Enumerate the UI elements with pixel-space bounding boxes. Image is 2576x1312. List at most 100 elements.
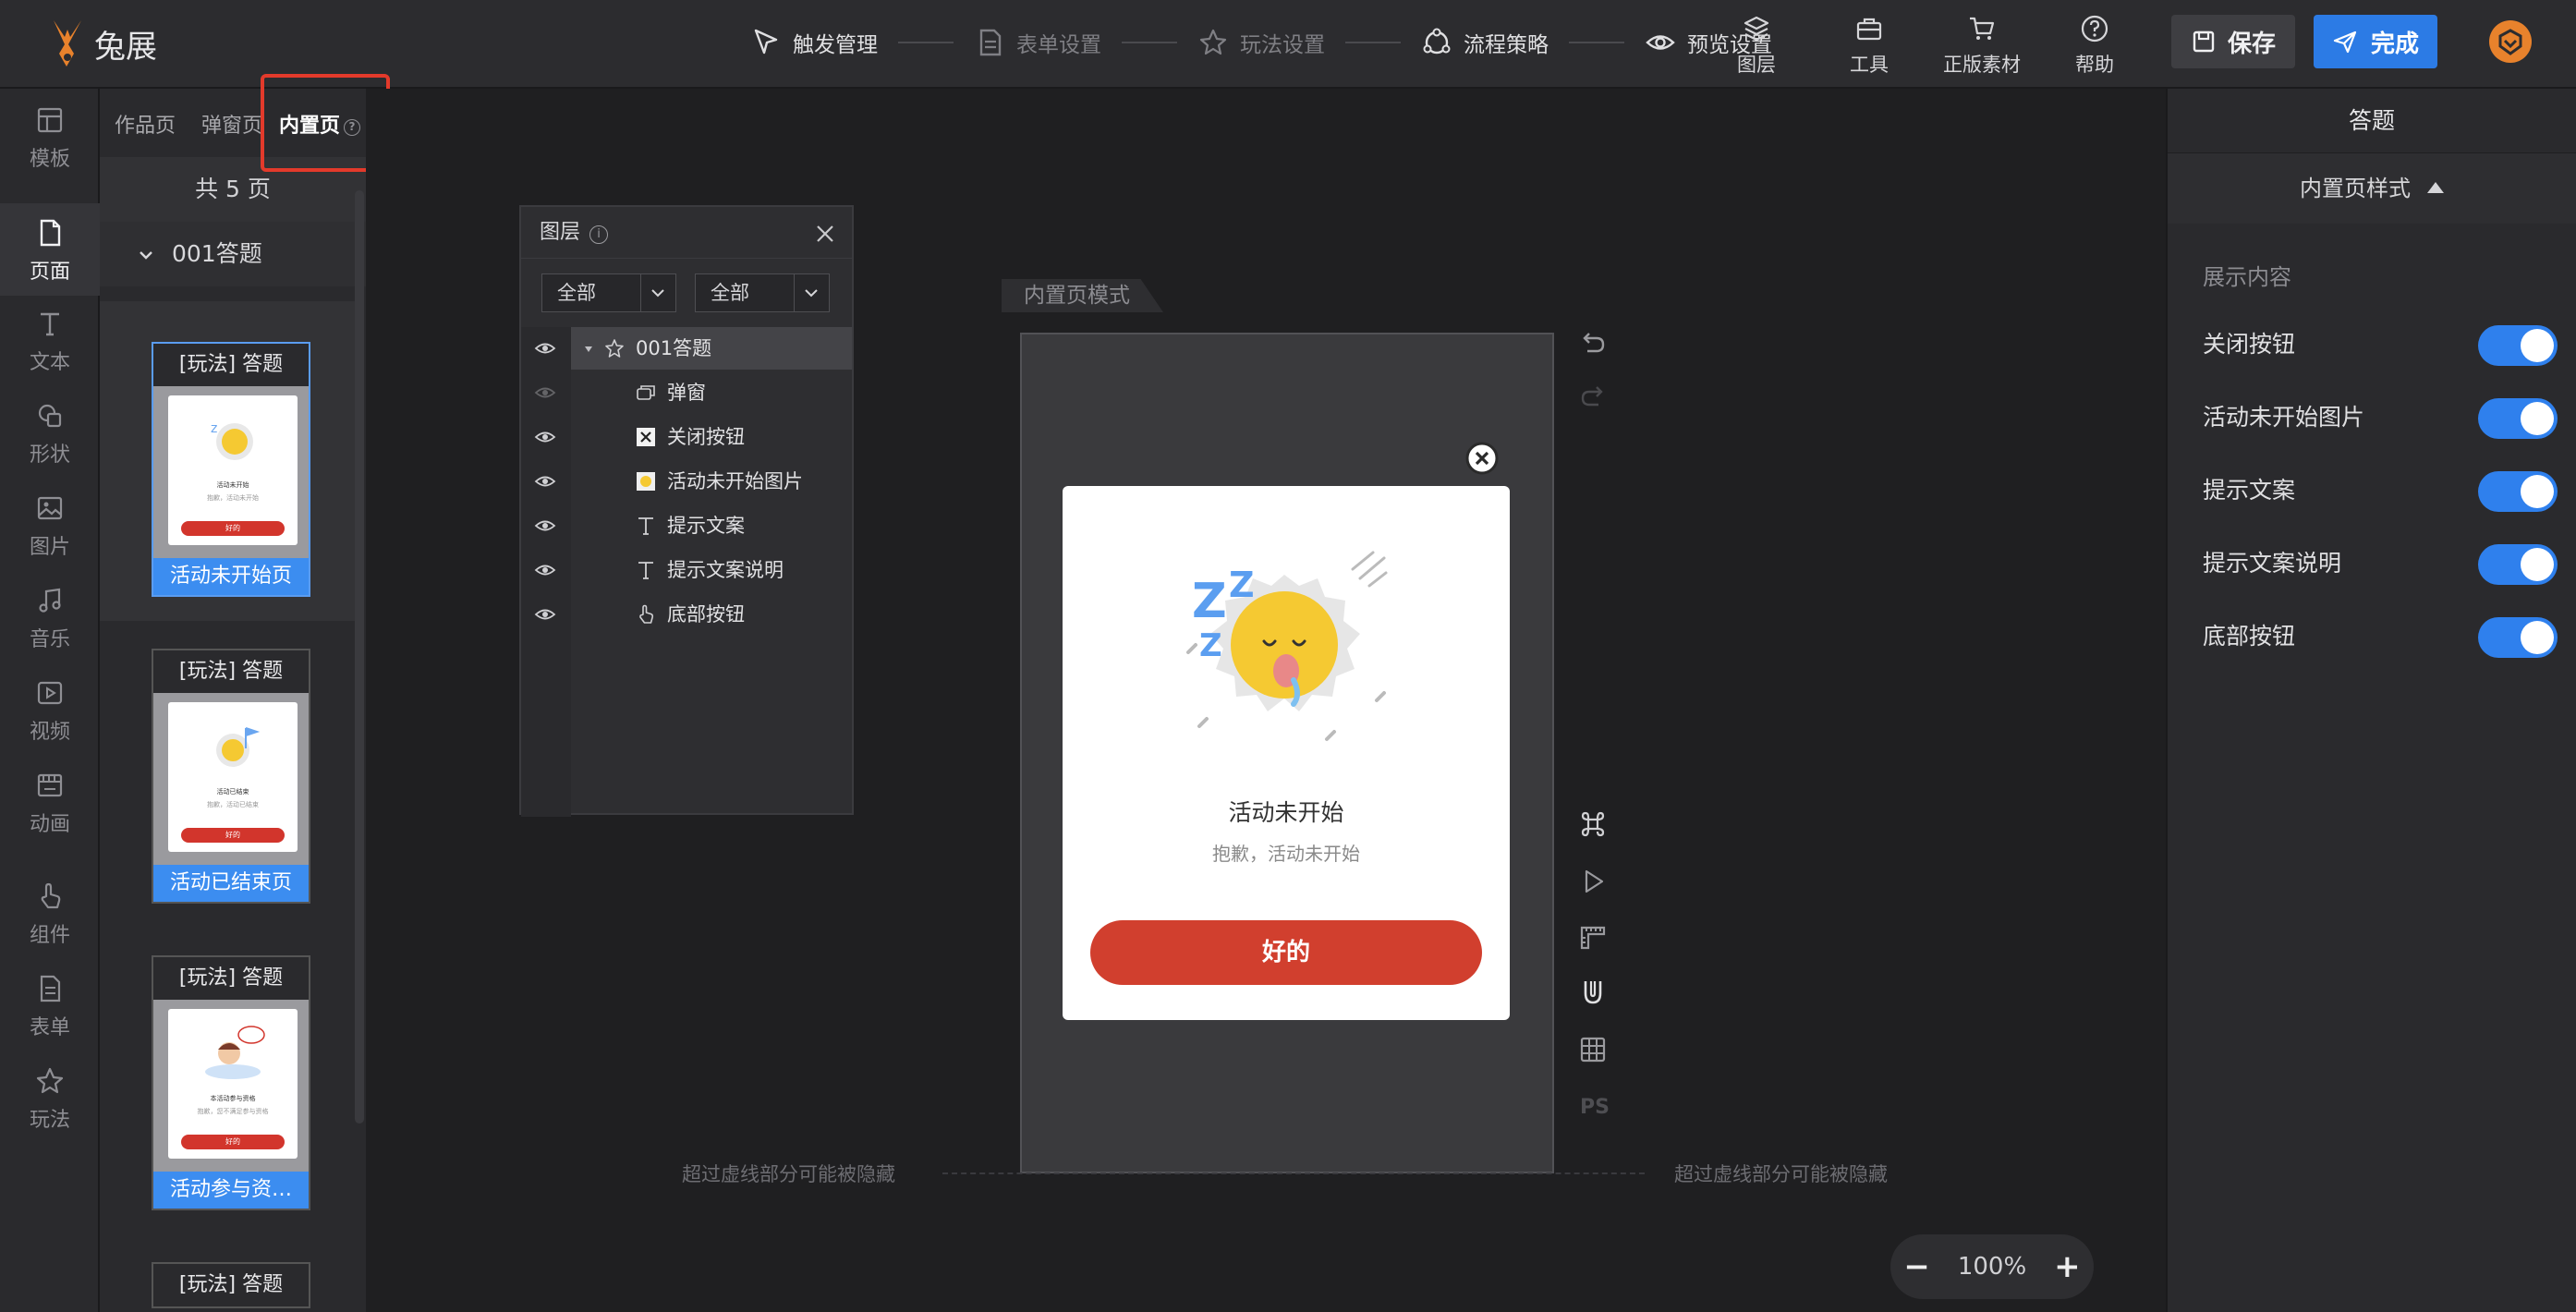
toolbox-icon (1856, 18, 1882, 41)
eye-icon[interactable] (534, 516, 556, 535)
toggle-switch[interactable] (2478, 617, 2558, 658)
nav-template[interactable]: 模板 (0, 105, 100, 172)
toggle-switch[interactable] (2478, 398, 2558, 439)
layers-panel-header: 图层 i (521, 207, 852, 259)
text-icon (638, 562, 653, 579)
svg-text:Z: Z (1199, 627, 1222, 664)
nav-page[interactable]: 页面 (0, 203, 100, 296)
tab-works-page[interactable]: 作品页 (115, 109, 176, 139)
layer-row[interactable]: 活动未开始图片 (521, 460, 852, 503)
layer-row[interactable]: 001答题 (521, 327, 852, 370)
page-thumb[interactable]: [玩法] 答题 (152, 1262, 310, 1308)
nav-play[interactable]: 玩法 (0, 1066, 100, 1133)
nav-label: 动画 (29, 813, 70, 836)
nav-image[interactable]: 图片 (0, 493, 100, 560)
toggle-switch[interactable] (2478, 325, 2558, 366)
eye-icon[interactable] (534, 339, 556, 358)
layer-filter-select[interactable]: 全部 (541, 273, 676, 312)
eye-icon[interactable] (534, 428, 556, 446)
image-icon (37, 496, 63, 520)
page-panel: 作品页 弹窗页 内置页? 共 5 页 001答题 [玩法] 答题 z 活动未开始… (100, 89, 366, 1312)
done-button[interactable]: 完成 (2314, 15, 2437, 68)
popup-icon (637, 385, 655, 400)
save-label: 保存 (2227, 30, 2276, 58)
play-icon[interactable] (1578, 867, 1608, 896)
tool-help[interactable]: 帮助 (2053, 13, 2136, 78)
eye-icon[interactable] (534, 561, 556, 579)
tool-assets[interactable]: 正版素材 (1940, 13, 2023, 78)
pointer-icon (639, 604, 654, 624)
save-button[interactable]: 保存 (2171, 15, 2295, 68)
page-thumb[interactable]: [玩法] 答题 z 活动未开始 抱歉，活动未开始 好的 活动未开始页 (152, 342, 310, 597)
step-play[interactable]: 玩法设置 (1197, 27, 1325, 58)
nav-video[interactable]: 视频 (0, 678, 100, 745)
layer-row[interactable]: 关闭按钮 (521, 416, 852, 458)
layer-filter-select[interactable]: 全部 (695, 273, 830, 312)
nav-label: 音乐 (29, 628, 70, 651)
properties-title: 答题 (2168, 89, 2576, 153)
nav-music[interactable]: 音乐 (0, 586, 100, 652)
star-icon (36, 1067, 64, 1094)
toggle-row-not-started-image: 活动未开始图片 (2203, 396, 2558, 439)
popup-modal[interactable]: Z Z Z 活动未开始 抱歉，活动未开始 好的 (1063, 486, 1510, 1020)
nav-form[interactable]: 表单 (0, 974, 100, 1040)
tool-layers[interactable]: 图层 (1715, 13, 1798, 78)
layer-row[interactable]: 提示文案说明 (521, 549, 852, 591)
eye-icon[interactable] (534, 605, 556, 624)
grid-icon[interactable] (1578, 1035, 1608, 1064)
svg-text:Z: Z (1229, 565, 1255, 605)
dropdown-toggle (640, 274, 675, 311)
eye-icon[interactable] (534, 383, 556, 402)
zoom-out-button[interactable]: − (1903, 1248, 1930, 1285)
page-thumb[interactable]: [玩法] 答题 活动已结束 抱歉，活动已结束 好的 活动已结束页 (152, 649, 310, 904)
ps-import-button[interactable]: PS (1580, 1096, 1610, 1119)
tab-popup-page[interactable]: 弹窗页 (201, 109, 262, 139)
magnet-icon[interactable] (1578, 978, 1608, 1007)
safe-area-dashed-line (942, 1172, 1645, 1174)
section-header-builtin-style[interactable]: 内置页样式 (2168, 153, 2576, 224)
toggle-switch[interactable] (2478, 471, 2558, 512)
page-thumb-header: [玩法] 答题 (153, 650, 309, 693)
nav-component[interactable]: 组件 (0, 881, 100, 948)
layer-row[interactable]: 底部按钮 (521, 593, 852, 636)
step-trigger[interactable]: 触发管理 (750, 27, 878, 58)
close-icon[interactable] (1465, 442, 1499, 475)
eye-icon[interactable] (534, 472, 556, 491)
page-icon (40, 219, 61, 247)
zoom-in-button[interactable]: + (2054, 1248, 2081, 1285)
layers-panel: 图层 i 全部 全部 001答题 弹窗 关闭按钮 活动未开始图片 提示文案 提示… (519, 205, 854, 817)
dropdown-toggle (794, 274, 829, 311)
layer-row[interactable]: 弹窗 (521, 371, 852, 414)
layer-label: 提示文案说明 (667, 559, 784, 581)
step-connector (898, 42, 954, 43)
page-thumb-header: [玩法] 答题 (153, 957, 309, 1000)
left-nav: 模板 页面 文本 形状 图片 音乐 视频 动画 组件 表单 玩法 (0, 89, 100, 1312)
nav-animation[interactable]: 动画 (0, 771, 100, 837)
page-group-header[interactable]: 001答题 (100, 222, 366, 286)
undo-icon[interactable] (1578, 329, 1608, 358)
page-list-scrollbar[interactable] (355, 190, 364, 1124)
app-logo[interactable]: 兔展 (46, 17, 157, 70)
user-avatar-icon[interactable] (2487, 18, 2533, 65)
step-form[interactable]: 表单设置 (974, 27, 1101, 58)
section-label: 内置页样式 (2300, 176, 2411, 201)
nav-shape[interactable]: 形状 (0, 401, 100, 468)
close-icon[interactable] (815, 224, 835, 244)
nav-text[interactable]: 文本 (0, 309, 100, 375)
shortcut-icon[interactable] (1578, 809, 1608, 839)
info-icon[interactable]: i (589, 225, 609, 244)
redo-icon[interactable] (1578, 383, 1608, 412)
page-thumb[interactable]: [玩法] 答题 本活动参与资格 抱歉，您不满足参与资格 好的 活动参与资… (152, 955, 310, 1210)
step-flow[interactable]: 流程策略 (1421, 27, 1549, 58)
caret-down-icon[interactable] (584, 345, 593, 354)
ruler-icon[interactable] (1578, 922, 1608, 952)
page-group-label: 001答题 (172, 240, 262, 267)
ok-button[interactable]: 好的 (1090, 920, 1482, 985)
toggle-switch[interactable] (2478, 544, 2558, 585)
tool-tools[interactable]: 工具 (1828, 13, 1911, 78)
layer-label: 关闭按钮 (667, 426, 745, 448)
step-label: 表单设置 (1016, 33, 1101, 57)
character-illustration-icon (205, 1026, 265, 1079)
layer-row[interactable]: 提示文案 (521, 504, 852, 547)
tool-label: 工具 (1850, 54, 1889, 76)
